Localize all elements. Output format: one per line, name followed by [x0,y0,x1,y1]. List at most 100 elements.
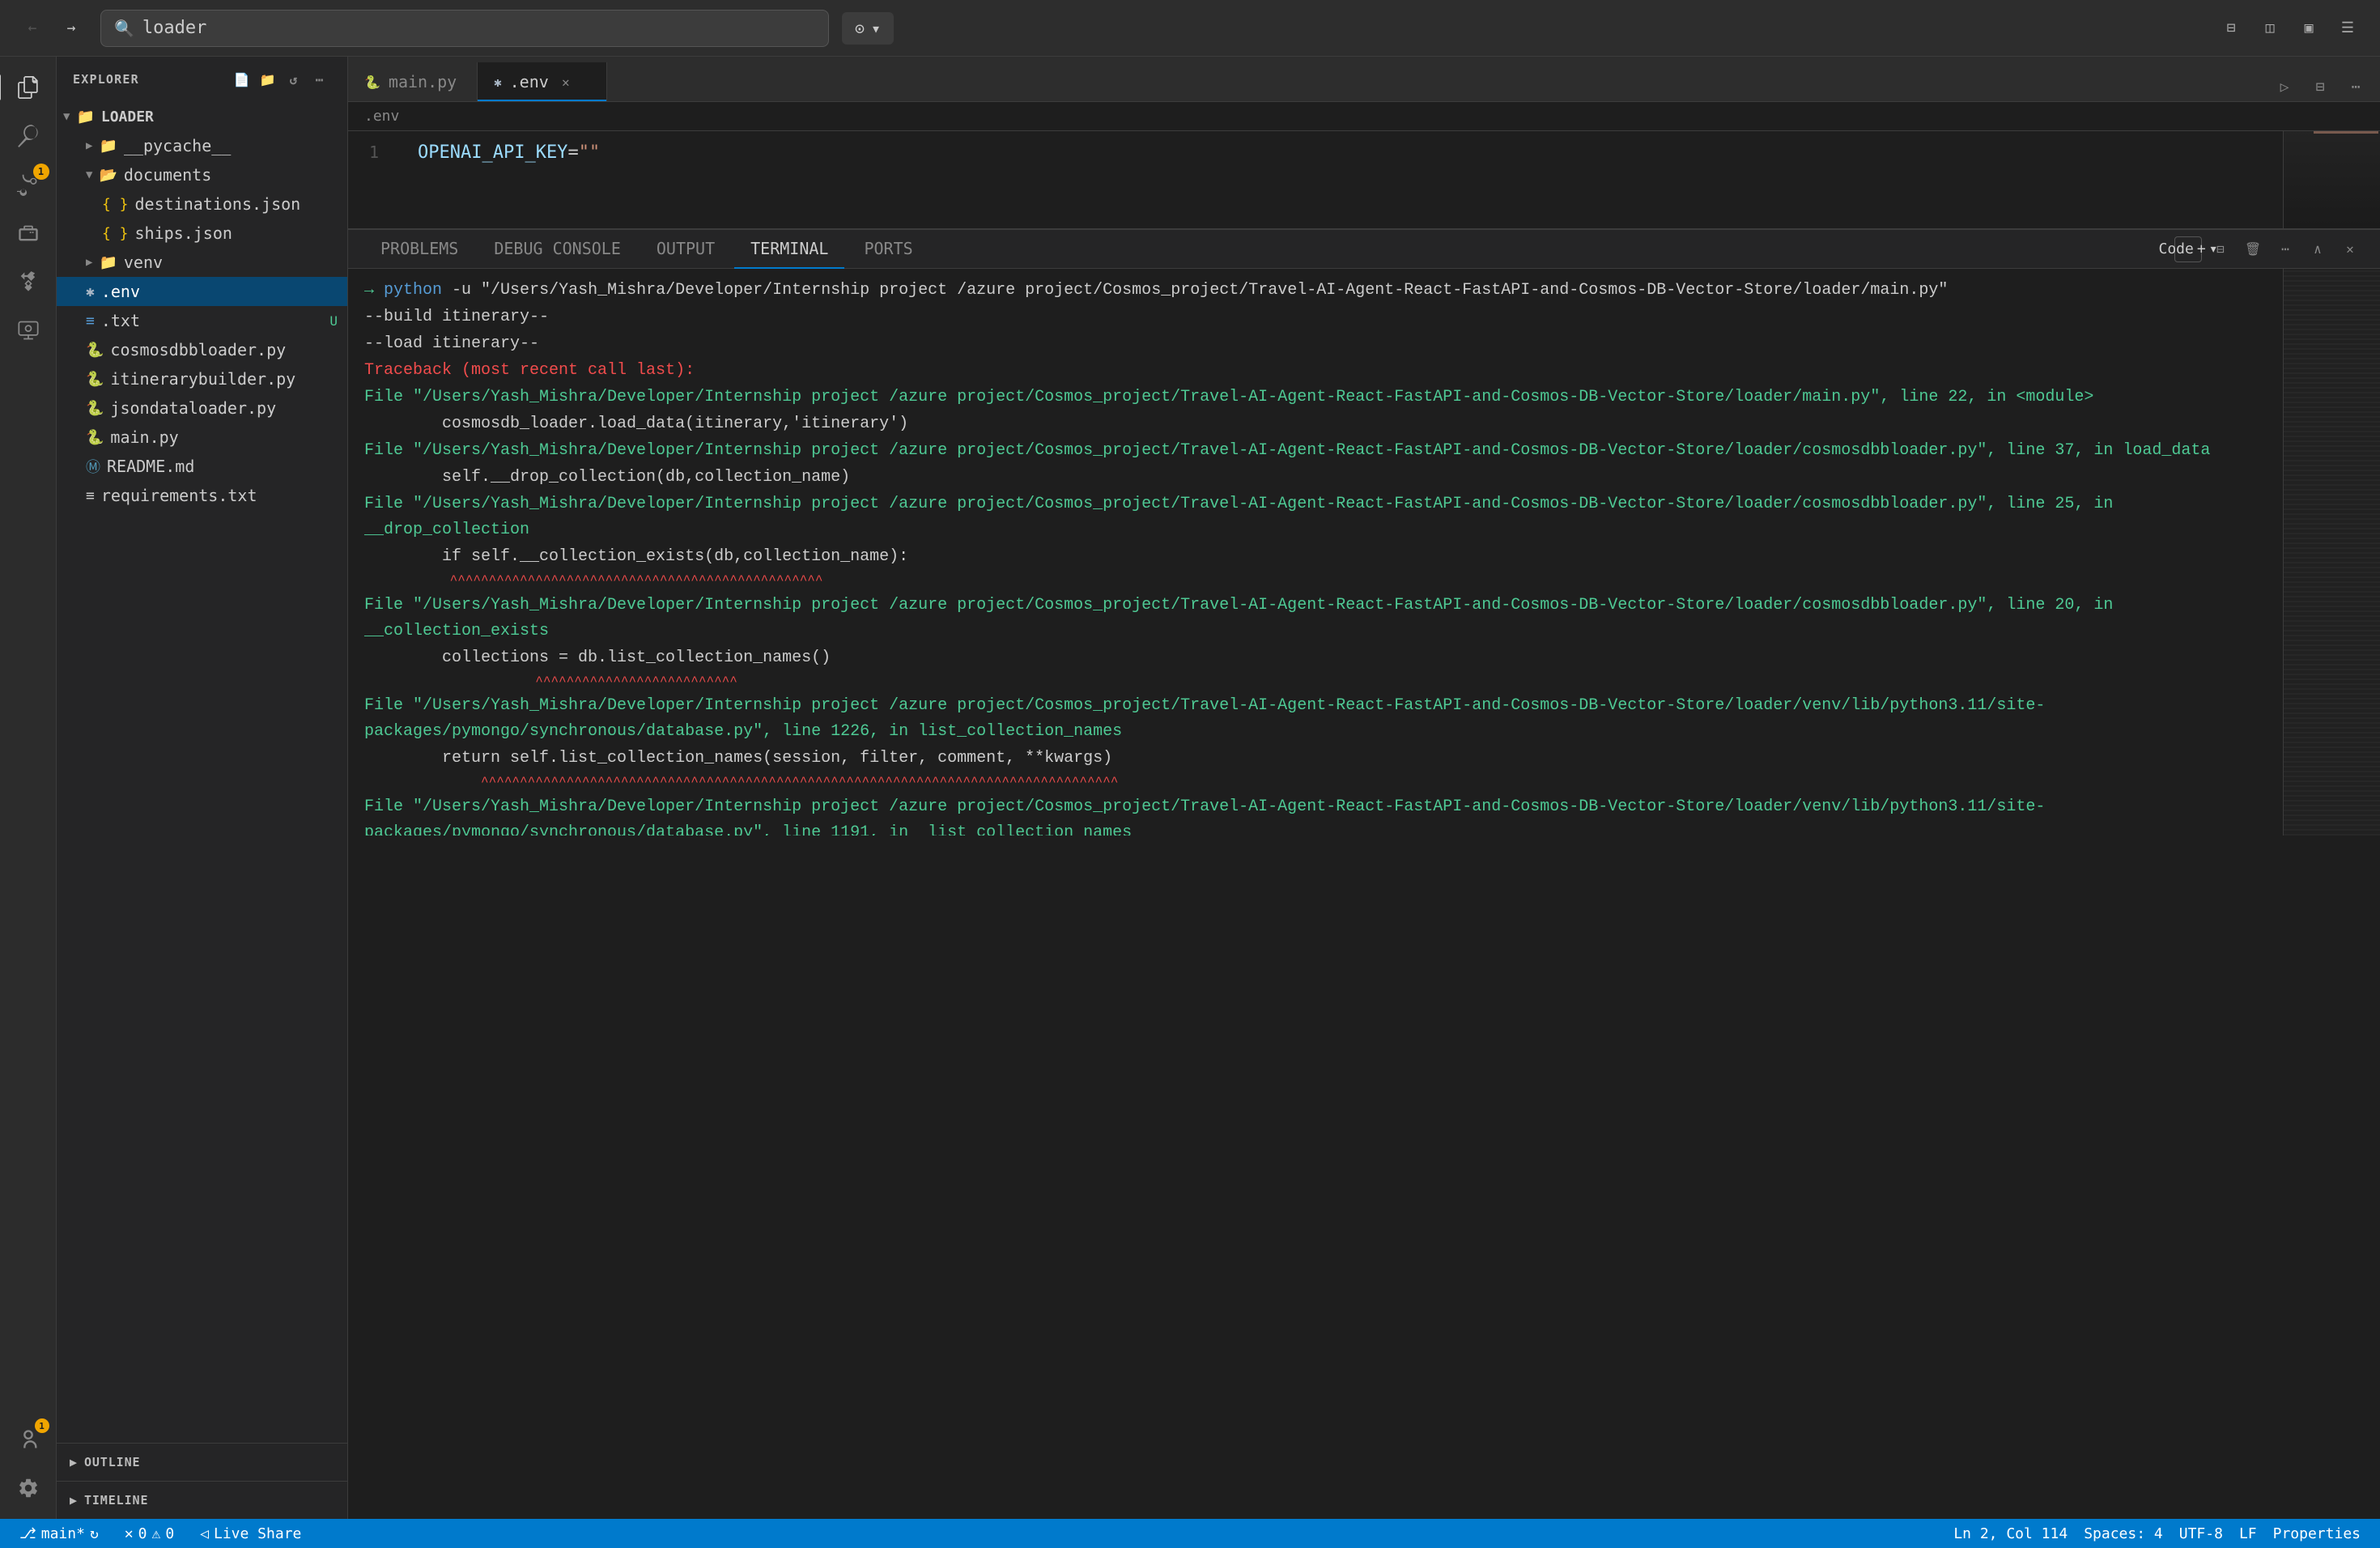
timeline-label: TIMELINE [84,1493,148,1508]
terminal-minimap [2283,269,2380,836]
terminal-line-file1: File "/Users/Yash_Mishra/Developer/Inter… [364,385,2267,410]
folder-loader-root[interactable]: ▼ 📁 LOADER [57,102,347,131]
panel-tab-problems[interactable]: PROBLEMS [364,230,474,269]
label-ships-json: ships.json [135,223,347,243]
folder-pycache[interactable]: ▶ 📁 __pycache__ [57,131,347,160]
terminal-new-button[interactable]: Code + ▾ [2174,236,2202,262]
panel-tab-output[interactable]: OUTPUT [640,230,731,269]
folder-documents[interactable]: ▼ 📂 documents [57,160,347,189]
icon-readme: Ⓜ [86,456,100,477]
layout-split-button[interactable]: ⊟ [2215,12,2247,45]
search-bar[interactable]: 🔍 [100,10,829,47]
activity-explorer[interactable] [6,65,51,110]
file-txt[interactable]: ≡ .txt U [57,306,347,335]
terminal-split-button[interactable]: ⊟ [2207,236,2234,263]
terminal-kill-button[interactable]: 🗑 [2239,236,2267,263]
tab-main-py[interactable]: 🐍 main.py [348,62,478,101]
terminal-line-code2: self.__drop_collection(db,collection_nam… [364,465,2267,491]
tab-close-env[interactable]: ✕ [557,73,575,91]
activity-run-debug[interactable] [6,211,51,256]
folder-icon-loader: 📁 [76,108,94,125]
layout-sidebar-button[interactable]: ▣ [2293,12,2325,45]
status-spaces[interactable]: Spaces: 4 [2077,1525,2170,1542]
minimap [2283,131,2380,228]
status-branch[interactable]: ⎇ main* ↻ [13,1519,105,1548]
label-main-py: main.py [110,427,347,447]
layout-menu-button[interactable]: ☰ [2331,12,2364,45]
folder-label-loader: LOADER [101,108,347,125]
terminal-content[interactable]: → python -u "/Users/Yash_Mishra/Develope… [348,269,2283,836]
file-requirements[interactable]: ≡ requirements.txt [57,481,347,510]
panel-maximize-button[interactable]: ∧ [2304,236,2331,263]
more-actions-button[interactable]: ⋯ [2341,72,2370,101]
panel-tab-terminal[interactable]: TERMINAL [734,230,844,269]
tab-env[interactable]: ✱ .env ✕ [478,62,607,101]
panel-tab-ports[interactable]: PORTS [848,230,929,269]
main-layout: 1 1 EXPLORER 📄 📁 ↺ [0,57,2380,1519]
terminal-line-file4: File "/Users/Yash_Mishra/Developer/Inter… [364,593,2267,644]
status-line-ending[interactable]: LF [2233,1525,2263,1542]
copilot-button[interactable]: ⊙ ▾ [842,12,894,45]
search-input[interactable] [142,18,815,38]
activity-search[interactable] [6,113,51,159]
tab-icon-env: ✱ [494,74,502,90]
status-errors[interactable]: ✕ 0 ⚠ 0 [118,1519,181,1548]
terminal-line-file5: File "/Users/Yash_Mishra/Developer/Inter… [364,693,2267,745]
activity-settings[interactable] [6,1465,51,1511]
nav-forward-button[interactable]: → [55,12,87,45]
panel-tab-debug[interactable]: DEBUG CONSOLE [478,230,637,269]
file-env[interactable]: ✱ .env [57,277,347,306]
activity-extensions[interactable] [6,259,51,304]
file-readme[interactable]: Ⓜ README.md [57,452,347,481]
timeline-header[interactable]: ▶ TIMELINE [57,1488,347,1512]
activity-source-control[interactable]: 1 [6,162,51,207]
collapse-all-button[interactable]: ⋯ [308,68,331,91]
outline-header[interactable]: ▶ OUTLINE [57,1450,347,1474]
activity-accounts[interactable]: 1 [6,1417,51,1462]
warning-icon: ⚠ [151,1525,160,1542]
file-ships-json[interactable]: { } ships.json [57,219,347,248]
code-lines[interactable]: OPENAI_API_KEY = "" [405,131,2283,228]
panel: PROBLEMS DEBUG CONSOLE OUTPUT TERMINAL P… [348,228,2380,836]
source-control-badge: 1 [33,164,49,180]
tab-label-main-py: main.py [389,72,457,91]
chevron-outline: ▶ [70,1455,78,1469]
git-sync-icon: ↻ [90,1525,99,1542]
status-live-share[interactable]: ◁ Live Share [193,1519,308,1548]
file-main-py[interactable]: 🐍 main.py [57,423,347,452]
nav-back-button[interactable]: ← [16,12,49,45]
status-bar: ⎇ main* ↻ ✕ 0 ⚠ 0 ◁ Live Share Ln 2, Col… [0,1519,2380,1548]
error-count: 0 [138,1525,147,1542]
prompt-python: python [384,281,442,300]
panel-more-button[interactable]: ⋯ [2272,236,2299,263]
encoding-label: UTF-8 [2179,1525,2223,1542]
status-right-group: Ln 2, Col 114 Spaces: 4 UTF-8 LF Propert… [1947,1525,2367,1542]
icon-env: ✱ [86,283,95,300]
label-cosmosdbbloader: cosmosdbbloader.py [110,340,347,359]
file-cosmosdbbloader[interactable]: 🐍 cosmosdbbloader.py [57,335,347,364]
new-file-button[interactable]: 📄 [231,68,253,91]
icon-destinations-json: { } [102,196,129,213]
live-share-label: Live Share [214,1525,301,1542]
terminal-squiggle-3: ^^^^^^^^^^^^^^^^^^^^^^^^^^^^^^^^^^^^^^^^… [364,772,2267,793]
file-destinations-json[interactable]: { } destinations.json [57,189,347,219]
live-share-icon: ◁ [200,1525,209,1542]
minimap-bg [2284,131,2380,228]
status-position[interactable]: Ln 2, Col 114 [1947,1525,2074,1542]
split-editor-button[interactable]: ⊟ [2306,72,2335,101]
run-file-button[interactable]: ▷ [2270,72,2299,101]
editor-content: 1 OPENAI_API_KEY = "" PRO [348,131,2380,1519]
file-keyword-1: File " [364,388,423,406]
file-jsondataloader[interactable]: 🐍 jsondataloader.py [57,393,347,423]
sidebar: EXPLORER 📄 📁 ↺ ⋯ ▼ 📁 LOADER ▶ 📁 __pycach… [57,57,348,1519]
activity-remote[interactable] [6,308,51,353]
refresh-button[interactable]: ↺ [283,68,305,91]
panel-close-button[interactable]: ✕ [2336,236,2364,263]
title-bar: ← → 🔍 ⊙ ▾ ⊟ ◫ ▣ ☰ [0,0,2380,57]
file-itinerarybuilder[interactable]: 🐍 itinerarybuilder.py [57,364,347,393]
status-encoding[interactable]: UTF-8 [2173,1525,2229,1542]
status-language[interactable]: Properties [2267,1525,2367,1542]
new-folder-button[interactable]: 📁 [257,68,279,91]
folder-venv[interactable]: ▶ 📁 venv [57,248,347,277]
layout-panel-button[interactable]: ◫ [2254,12,2286,45]
